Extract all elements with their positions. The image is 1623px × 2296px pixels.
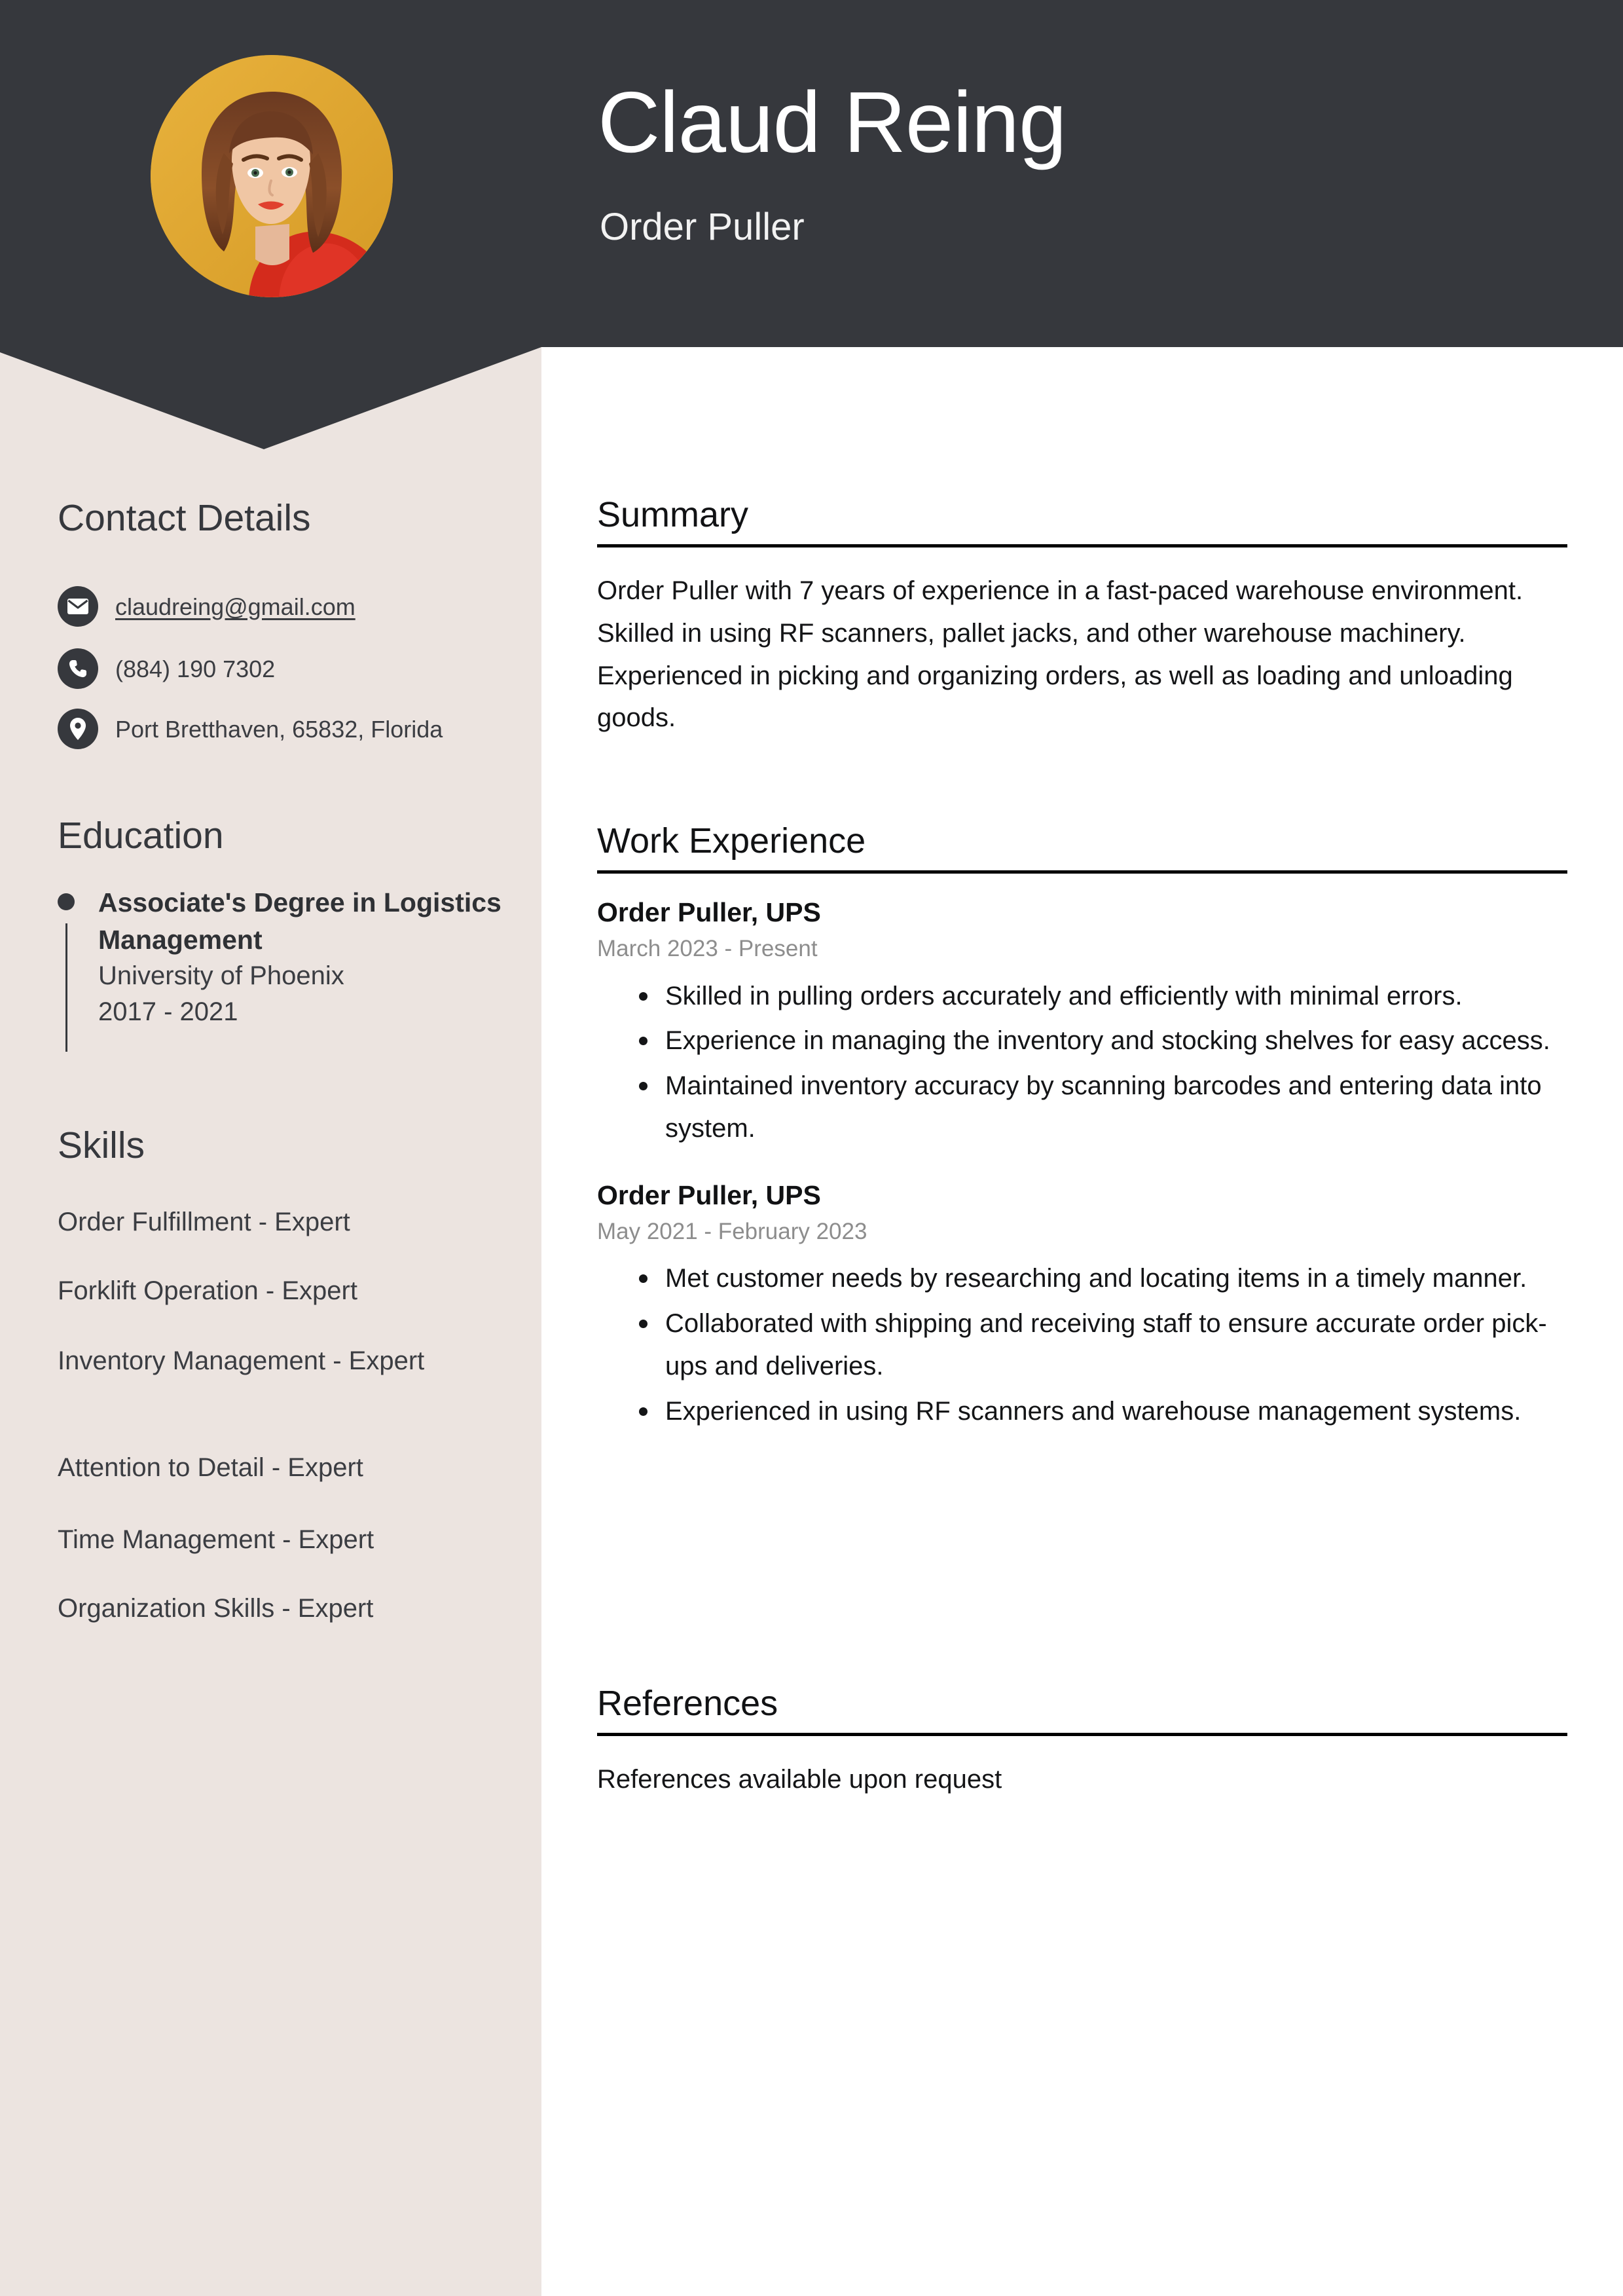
references-text: References available upon request <box>597 1765 1002 1794</box>
education-dates: 2017 - 2021 <box>98 997 238 1027</box>
references-divider <box>597 1733 1567 1737</box>
job-bullet-list: Met customer needs by researching and lo… <box>597 1257 1567 1432</box>
education-degree: Associate's Degree in Logistics Manageme… <box>98 887 501 955</box>
job-title: Order Puller, UPS <box>597 897 821 928</box>
location-pin-icon <box>58 709 98 749</box>
contact-phone-text: (884) 190 7302 <box>115 655 276 682</box>
job-bullet: Experience in managing the inventory and… <box>639 1020 1567 1062</box>
skill-item: Inventory Management - Expert <box>58 1346 425 1375</box>
skills-heading: Skills <box>58 1124 145 1166</box>
page-title: Claud Reing <box>598 74 1067 170</box>
work-experience-divider <box>597 870 1567 874</box>
skill-item: Organization Skills - Expert <box>58 1594 374 1623</box>
education-school: University of Phoenix <box>98 961 344 991</box>
education-timeline-line <box>65 923 67 1052</box>
education-entry: Associate's Degree in Logistics Manageme… <box>58 884 503 1052</box>
job-bullet: Collaborated with shipping and receiving… <box>639 1303 1567 1388</box>
contact-address-text: Port Bretthaven, 65832, Florida <box>115 715 443 743</box>
location-pin-icon-glyph <box>70 718 86 740</box>
skill-item: Time Management - Expert <box>58 1525 374 1554</box>
references-heading: References <box>597 1684 778 1723</box>
envelope-icon <box>58 586 98 627</box>
work-experience-heading: Work Experience <box>597 821 866 861</box>
work-experience-section: Work Experience Order Puller, UPS March … <box>597 821 1567 1435</box>
resume-page: Claud Reing Order Puller Contact Details… <box>0 0 1623 2296</box>
phone-icon-glyph <box>69 660 86 678</box>
education-bullet-icon <box>58 893 75 910</box>
job-dates: March 2023 - Present <box>597 936 818 962</box>
job-bullet: Skilled in pulling orders accurately and… <box>639 975 1567 1018</box>
work-experience-entry: Order Puller, UPS May 2021 - February 20… <box>597 1179 1567 1433</box>
summary-section: Summary Order Puller with 7 years of exp… <box>597 494 1567 739</box>
contact-item-phone[interactable]: (884) 190 7302 <box>58 648 516 689</box>
references-section: References References available upon req… <box>597 1683 1567 1801</box>
job-bullet: Maintained inventory accuracy by scannin… <box>639 1065 1567 1150</box>
education-heading: Education <box>58 815 224 857</box>
contact-item-address: Port Bretthaven, 65832, Florida <box>58 709 516 749</box>
contact-item-email[interactable]: claudreing@gmail.com <box>58 586 516 627</box>
avatar <box>151 55 393 297</box>
skill-item: Attention to Detail - Expert <box>58 1453 363 1482</box>
job-bullet: Experienced in using RF scanners and war… <box>639 1390 1567 1433</box>
job-bullet-list: Skilled in pulling orders accurately and… <box>597 975 1567 1150</box>
summary-divider <box>597 544 1567 548</box>
contact-email-text[interactable]: claudreing@gmail.com <box>115 592 356 621</box>
job-bullet: Met customer needs by researching and lo… <box>639 1257 1567 1300</box>
job-title-subtitle: Order Puller <box>600 206 805 248</box>
profile-photo-illustration <box>151 55 393 297</box>
phone-icon <box>58 648 98 689</box>
job-title: Order Puller, UPS <box>597 1179 821 1210</box>
summary-heading: Summary <box>597 495 749 534</box>
summary-text: Order Puller with 7 years of experience … <box>597 576 1523 733</box>
skill-item: Order Fulfillment - Expert <box>58 1208 350 1236</box>
skill-item: Forklift Operation - Expert <box>58 1276 357 1305</box>
envelope-icon-glyph <box>67 599 88 614</box>
contact-details-heading: Contact Details <box>58 497 311 539</box>
job-dates: May 2021 - February 2023 <box>597 1219 867 1245</box>
work-experience-entry: Order Puller, UPS March 2023 - Present S… <box>597 896 1567 1150</box>
